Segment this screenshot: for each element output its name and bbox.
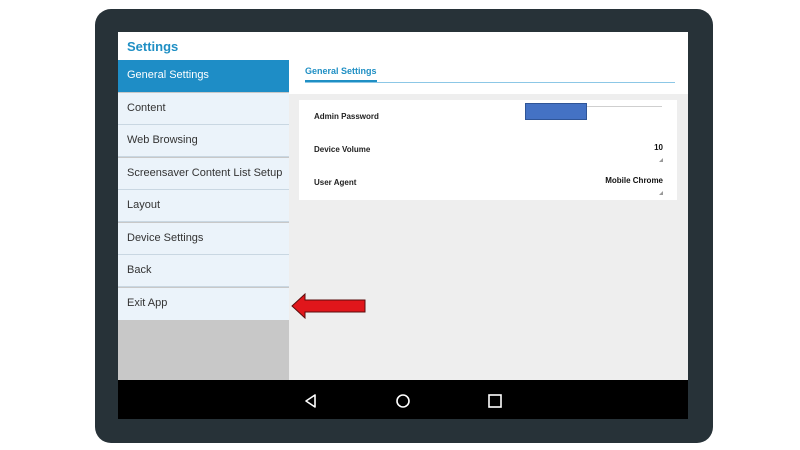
home-circle-icon[interactable] bbox=[395, 393, 411, 409]
setting-row-admin-password: Admin Password bbox=[299, 100, 677, 133]
red-arrow-annotation-icon bbox=[291, 293, 366, 319]
user-agent-value[interactable]: Mobile Chrome bbox=[605, 176, 663, 185]
sidebar-item-exit-app[interactable]: Exit App bbox=[118, 288, 289, 320]
tab-underline bbox=[305, 82, 675, 83]
sidebar-item-back[interactable]: Back bbox=[118, 255, 289, 287]
sidebar-item-screensaver-content-list-setup[interactable]: Screensaver Content List Setup bbox=[118, 158, 289, 190]
app-header: Settings bbox=[118, 32, 688, 60]
sidebar-item-label: General Settings bbox=[127, 69, 209, 81]
setting-label: Device Volume bbox=[314, 145, 371, 154]
tab-general-settings[interactable]: General Settings bbox=[305, 66, 377, 83]
admin-password-field[interactable] bbox=[525, 103, 587, 120]
main-panel: General Settings Admin Password Device V… bbox=[289, 60, 688, 380]
back-triangle-icon[interactable] bbox=[303, 393, 319, 409]
sidebar-item-label: Layout bbox=[127, 199, 161, 211]
android-nav-bar bbox=[118, 380, 688, 419]
sidebar-item-label: Web Browsing bbox=[127, 134, 198, 146]
sidebar-item-general-settings[interactable]: General Settings bbox=[118, 60, 289, 92]
setting-row-device-volume: Device Volume 10 bbox=[299, 133, 677, 166]
sidebar-item-label: Device Settings bbox=[127, 232, 204, 244]
recents-square-icon[interactable] bbox=[487, 393, 503, 409]
resize-corner-icon bbox=[659, 191, 663, 195]
sidebar: General Settings Content Web Browsing Sc… bbox=[118, 60, 289, 380]
sidebar-item-layout[interactable]: Layout bbox=[118, 190, 289, 222]
setting-row-user-agent: User Agent Mobile Chrome bbox=[299, 166, 677, 199]
resize-corner-icon bbox=[659, 158, 663, 162]
sidebar-item-label: Content bbox=[127, 102, 166, 114]
device-volume-value[interactable]: 10 bbox=[654, 143, 663, 152]
app-screen: Settings General Settings Content Web Br… bbox=[118, 32, 688, 419]
setting-label: Admin Password bbox=[314, 112, 379, 121]
sidebar-item-device-settings[interactable]: Device Settings bbox=[118, 223, 289, 255]
sidebar-item-label: Exit App bbox=[127, 297, 168, 309]
page-title: Settings bbox=[127, 39, 179, 54]
settings-card: Admin Password Device Volume 10 User Age… bbox=[299, 100, 677, 200]
sidebar-item-web-browsing[interactable]: Web Browsing bbox=[118, 125, 289, 157]
setting-label: User Agent bbox=[314, 178, 357, 187]
tab-bar: General Settings bbox=[289, 60, 688, 94]
sidebar-item-label: Screensaver Content List Setup bbox=[127, 167, 283, 179]
sidebar-item-label: Back bbox=[127, 264, 152, 276]
sidebar-item-content[interactable]: Content bbox=[118, 93, 289, 125]
